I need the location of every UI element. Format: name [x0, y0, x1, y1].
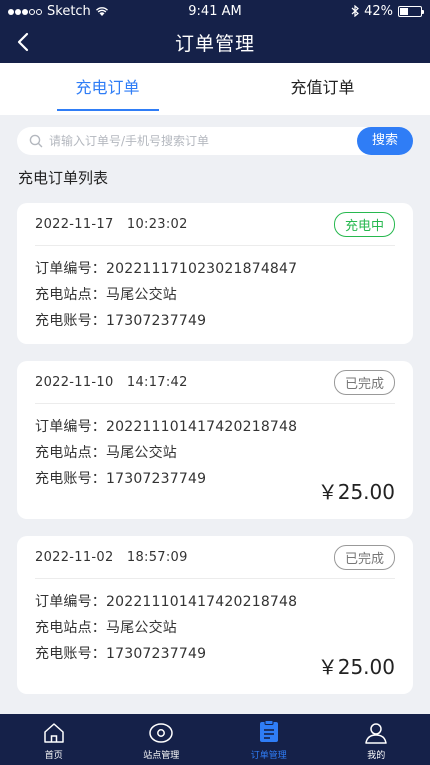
station-row: 充电站点：马尾公交站 — [35, 282, 395, 308]
account-row: 充电账号：17307237749 — [35, 308, 395, 334]
order-number: 202211171023021874847 — [106, 261, 298, 277]
station-row: 充电站点：马尾公交站 — [35, 440, 395, 466]
order-number: 202211101417420218748 — [106, 419, 298, 435]
battery-icon — [398, 5, 424, 17]
tab-recharge-orders[interactable]: 充值订单 — [215, 63, 430, 115]
account-number: 17307237749 — [106, 471, 207, 487]
account-number: 17307237749 — [106, 313, 207, 329]
tabbar-label: 首页 — [44, 751, 63, 761]
home-icon — [44, 723, 64, 743]
chevron-left-icon — [17, 32, 29, 52]
order-time: 14:17:42 — [126, 374, 188, 390]
order-time: 18:57:09 — [126, 549, 188, 565]
station-label: 充电站点： — [35, 445, 106, 461]
bottom-tab-bar: 首页 站点管理 订单管理 我的 — [0, 714, 430, 765]
status-bar: Sketch 9:41 AM 42% — [0, 0, 430, 22]
order-number-row: 订单编号：202211101417420218748 — [35, 414, 395, 440]
tab-charging-orders[interactable]: 充电订单 — [0, 63, 215, 115]
top-bar: Sketch 9:41 AM 42% 订单管理 — [0, 0, 430, 63]
order-date: 2022-11-10 — [35, 374, 114, 390]
tabbar-label: 我的 — [367, 751, 386, 761]
tabbar-item-home[interactable]: 首页 — [0, 714, 108, 765]
order-datetime: 2022-11-10 14:17:42 — [35, 375, 188, 390]
order-number-row: 订单编号：202211171023021874847 — [35, 256, 395, 282]
account-label: 充电账号： — [35, 313, 106, 329]
order-date: 2022-11-17 — [35, 216, 114, 232]
order-number-label: 订单编号： — [35, 594, 106, 610]
order-card[interactable]: 2022-11-10 14:17:42 已完成 订单编号：20221110141… — [17, 361, 413, 519]
order-list: 2022-11-17 10:23:02 充电中 订单编号：20221117102… — [17, 203, 413, 711]
search-bar: 搜索 — [17, 127, 413, 155]
battery-percent: 42% — [364, 3, 393, 19]
tabbar-item-orders[interactable]: 订单管理 — [215, 714, 323, 765]
order-number-row: 订单编号：202211101417420218748 — [35, 589, 395, 615]
order-number: 202211101417420218748 — [106, 594, 298, 610]
tabbar-item-me[interactable]: 我的 — [323, 714, 430, 765]
order-number-label: 订单编号： — [35, 261, 106, 277]
order-icon — [259, 720, 278, 742]
account-number: 17307237749 — [106, 646, 207, 662]
station-name: 马尾公交站 — [106, 287, 177, 303]
order-tabs: 充电订单 充值订单 — [0, 63, 430, 115]
tabbar-label: 订单管理 — [250, 751, 287, 761]
user-icon — [365, 723, 387, 744]
page-title: 订单管理 — [174, 33, 255, 55]
order-datetime: 2022-11-02 18:57:09 — [35, 550, 188, 565]
station-label: 充电站点： — [35, 620, 106, 636]
order-date: 2022-11-02 — [35, 549, 114, 565]
station-name: 马尾公交站 — [106, 445, 177, 461]
order-datetime: 2022-11-17 10:23:02 — [35, 217, 188, 232]
signal-icon — [8, 4, 43, 19]
order-amount: ￥25.00 — [317, 655, 395, 679]
order-time: 10:23:02 — [126, 216, 188, 232]
station-name: 马尾公交站 — [106, 620, 177, 636]
station-label: 充电站点： — [35, 287, 106, 303]
station-row: 充电站点：马尾公交站 — [35, 615, 395, 641]
carrier: Sketch — [47, 3, 91, 19]
order-number-label: 订单编号： — [35, 419, 106, 435]
order-card[interactable]: 2022-11-17 10:23:02 充电中 订单编号：20221117102… — [17, 203, 413, 344]
navbar: 订单管理 — [0, 22, 430, 63]
search-button[interactable]: 搜索 — [357, 127, 413, 155]
search-icon — [29, 134, 43, 148]
order-amount: ￥25.00 — [317, 480, 395, 504]
location-icon — [149, 723, 173, 743]
account-label: 充电账号： — [35, 646, 106, 662]
section-title: 充电订单列表 — [18, 169, 109, 187]
tabbar-item-stations[interactable]: 站点管理 — [108, 714, 216, 765]
status-badge: 充电中 — [333, 211, 395, 237]
status-badge: 已完成 — [333, 369, 395, 395]
order-card[interactable]: 2022-11-02 18:57:09 已完成 订单编号：20221110141… — [17, 536, 413, 694]
bluetooth-icon — [351, 5, 360, 17]
tabbar-label: 站点管理 — [143, 751, 180, 761]
back-button[interactable] — [12, 31, 34, 53]
account-label: 充电账号： — [35, 471, 106, 487]
status-badge: 已完成 — [333, 544, 395, 570]
wifi-icon — [95, 6, 108, 16]
